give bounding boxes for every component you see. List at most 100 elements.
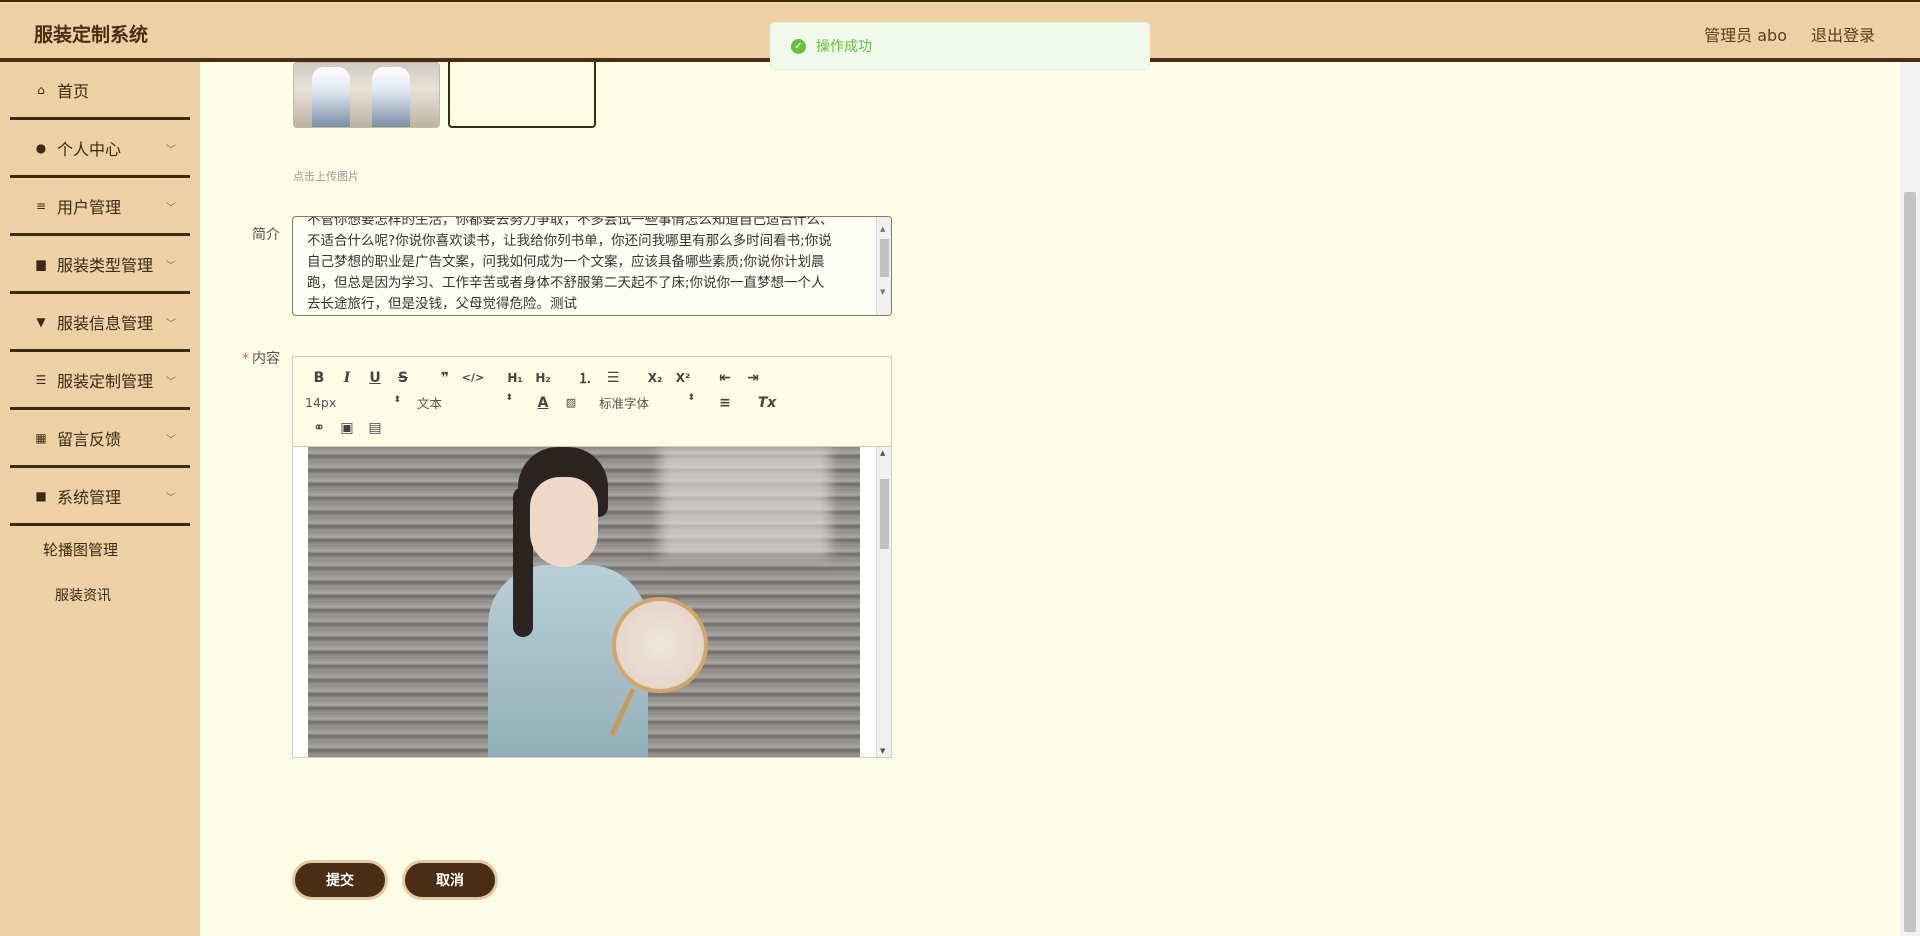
chevron-down-icon: ﹀ bbox=[166, 319, 176, 330]
indent-icon[interactable]: ⇥ bbox=[739, 370, 767, 386]
font-size-value: 14px bbox=[305, 395, 337, 410]
sidebar-item-user-management[interactable]: ≡ 用户管理 ﹀ bbox=[10, 178, 190, 236]
list-icon: ☰ bbox=[35, 372, 47, 387]
clear-format-icon[interactable]: Tx bbox=[753, 395, 781, 411]
italic-icon[interactable]: I bbox=[333, 370, 361, 386]
code-block-icon[interactable]: </> bbox=[459, 371, 487, 384]
editor-content-area[interactable]: ▲ ▼ bbox=[293, 447, 891, 757]
check-circle-icon: ✓ bbox=[791, 38, 806, 54]
toast-message: 操作成功 bbox=[816, 39, 872, 55]
briefcase-icon: ▆ bbox=[36, 256, 46, 271]
sidebar-item-label: 服装类型管理 bbox=[57, 255, 154, 275]
home-icon: ⌂ bbox=[37, 82, 45, 97]
underline-icon[interactable]: U bbox=[361, 370, 389, 386]
content-label-text: 内容 bbox=[252, 351, 280, 367]
header-user-area: 管理员 abo 退出登录 bbox=[1704, 22, 1875, 46]
sidebar-item-label: 首页 bbox=[57, 81, 90, 101]
background-color-icon[interactable]: ▨ bbox=[557, 396, 585, 409]
block-type-select[interactable]: 文本 ⬍ bbox=[417, 393, 513, 412]
sidebar-item-label: 服装信息管理 bbox=[57, 313, 154, 333]
upload-hint: 点击上传图片 bbox=[293, 170, 359, 183]
sidebar: ⌂ 首页 ● 个人中心 ﹀ ≡ 用户管理 ﹀ ▆ 服装类型管理 ﹀ ▼ 服装信息… bbox=[0, 62, 200, 936]
apps-icon: ■ bbox=[35, 488, 47, 503]
editor-scrollbar[interactable]: ▲ ▼ bbox=[876, 447, 891, 757]
required-mark: * bbox=[242, 351, 249, 367]
font-family-value: 标准字体 bbox=[599, 396, 650, 411]
grid-icon: ▦ bbox=[35, 430, 47, 445]
main-content: 点击上传图片 简介 不管你想要怎样的生活，你都要去努力争取，不多尝试一些事情怎么… bbox=[200, 62, 1900, 936]
scroll-thumb[interactable] bbox=[880, 479, 889, 549]
sidebar-item-clothing-type[interactable]: ▆ 服装类型管理 ﹀ bbox=[10, 236, 190, 294]
sidebar-item-label: 个人中心 bbox=[57, 139, 122, 159]
upload-image-box[interactable] bbox=[448, 62, 596, 128]
sidebar-subitem-news[interactable]: 服装资讯 bbox=[0, 572, 200, 618]
sidebar-item-label: 留言反馈 bbox=[57, 429, 122, 449]
scroll-down-icon[interactable]: ▼ bbox=[880, 747, 885, 755]
user-icon: ● bbox=[35, 140, 47, 155]
embedded-image[interactable] bbox=[308, 447, 860, 757]
sidebar-item-system[interactable]: ■ 系统管理 ﹀ bbox=[10, 468, 190, 526]
sidebar-item-label: 系统管理 bbox=[57, 487, 122, 507]
ordered-list-icon[interactable]: ⒈ bbox=[571, 368, 599, 388]
outdent-icon[interactable]: ⇤ bbox=[711, 370, 739, 386]
uploaded-image-thumbnail[interactable] bbox=[293, 62, 440, 128]
submit-button[interactable]: 提交 bbox=[292, 860, 388, 900]
superscript-icon[interactable]: X² bbox=[669, 371, 697, 385]
intro-line: 不适合什么呢?你说你喜欢读书，让我给你列书单，你还问我哪里有那么多时间看书;你说 bbox=[307, 233, 832, 249]
chevron-down-icon: ﹀ bbox=[166, 435, 176, 446]
chevron-down-icon: ﹀ bbox=[166, 145, 176, 156]
chevron-down-icon: ﹀ bbox=[166, 377, 176, 388]
font-color-icon[interactable]: A bbox=[529, 395, 557, 411]
scroll-up-icon[interactable]: ▲ bbox=[880, 449, 885, 457]
select-arrow-icon: ⬍ bbox=[393, 395, 401, 405]
sidebar-item-label: 服装定制管理 bbox=[57, 371, 154, 391]
heading1-icon[interactable]: H₁ bbox=[501, 371, 529, 385]
intro-line: 自己梦想的职业是广告文案，问我如何成为一个文案，应该具备哪些素质;你说你计划晨 bbox=[307, 254, 825, 270]
sliders-icon: ≡ bbox=[35, 198, 47, 213]
textarea-scrollbar[interactable]: ▲ ▼ bbox=[876, 217, 891, 315]
current-user: 管理员 abo bbox=[1704, 26, 1787, 45]
content-label: * 内容 bbox=[242, 348, 280, 368]
scroll-up-icon[interactable]: ▲ bbox=[880, 219, 885, 240]
chevron-down-icon: ﹀ bbox=[166, 261, 176, 272]
intro-line: 去长途旅行，但是没钱，父母觉得危险。测试 bbox=[307, 296, 577, 312]
intro-line: 不管你想要怎样的生活，你都要去努力争取，不多尝试一些事情怎么知道自己适合什么、 bbox=[307, 216, 834, 228]
rich-text-editor[interactable]: B I U S ❞ </> H₁ H₂ ⒈ ☰ X₂ X² ⇤ ⇥ 14px ⬍… bbox=[292, 356, 892, 758]
intro-label: 简介 bbox=[252, 227, 280, 243]
video-icon[interactable]: ▤ bbox=[361, 420, 389, 436]
bullet-list-icon[interactable]: ☰ bbox=[599, 370, 627, 386]
chevron-down-icon: ﹀ bbox=[166, 203, 176, 214]
brand-title: 服装定制系统 bbox=[34, 24, 149, 46]
sidebar-item-clothing-info[interactable]: ▼ 服装信息管理 ﹀ bbox=[10, 294, 190, 352]
select-arrow-icon: ⬍ bbox=[687, 393, 695, 403]
intro-textarea[interactable]: 不管你想要怎样的生活，你都要去努力争取，不多尝试一些事情怎么知道自己适合什么、 … bbox=[292, 216, 892, 316]
align-icon[interactable]: ≡ bbox=[711, 395, 739, 411]
block-type-value: 文本 bbox=[417, 396, 443, 411]
link-icon[interactable]: ⚭ bbox=[305, 420, 333, 436]
scroll-down-icon[interactable]: ▼ bbox=[880, 282, 885, 303]
sidebar-item-custom-order[interactable]: ☰ 服装定制管理 ﹀ bbox=[10, 352, 190, 410]
strike-icon[interactable]: S bbox=[389, 370, 417, 386]
page-scroll-thumb[interactable] bbox=[1904, 192, 1916, 932]
font-family-select[interactable]: 标准字体 ⬍ bbox=[599, 393, 695, 412]
scroll-thumb[interactable] bbox=[880, 239, 889, 277]
image-icon[interactable]: ▣ bbox=[333, 420, 361, 436]
sidebar-item-home[interactable]: ⌂ 首页 bbox=[10, 62, 190, 120]
chevron-down-icon: ﹀ bbox=[166, 493, 176, 504]
cancel-button[interactable]: 取消 bbox=[402, 860, 498, 900]
editor-toolbar: B I U S ❞ </> H₁ H₂ ⒈ ☰ X₂ X² ⇤ ⇥ 14px ⬍… bbox=[293, 357, 891, 447]
bold-icon[interactable]: B bbox=[305, 370, 333, 386]
heading2-icon[interactable]: H₂ bbox=[529, 371, 557, 385]
thumbnail-figure bbox=[312, 67, 350, 127]
thumbnail-figure bbox=[372, 67, 410, 127]
font-size-select[interactable]: 14px ⬍ bbox=[305, 395, 401, 410]
blockquote-icon[interactable]: ❞ bbox=[431, 370, 459, 386]
sidebar-subitem-carousel[interactable]: 轮播图管理 bbox=[0, 526, 200, 572]
subscript-icon[interactable]: X₂ bbox=[641, 371, 669, 385]
logout-link[interactable]: 退出登录 bbox=[1811, 22, 1875, 46]
select-arrow-icon: ⬍ bbox=[505, 393, 513, 403]
sidebar-item-personal-center[interactable]: ● 个人中心 ﹀ bbox=[10, 120, 190, 178]
page-scrollbar[interactable] bbox=[1900, 62, 1920, 936]
brush-icon: ▼ bbox=[36, 314, 46, 329]
sidebar-item-feedback[interactable]: ▦ 留言反馈 ﹀ bbox=[10, 410, 190, 468]
